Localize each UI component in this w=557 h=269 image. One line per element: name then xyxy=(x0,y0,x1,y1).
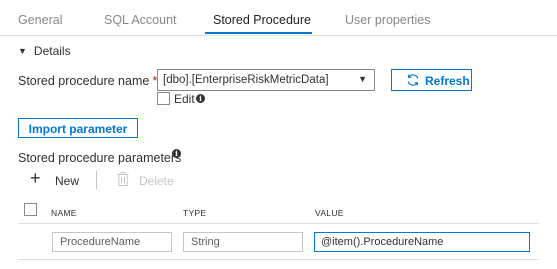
info-icon[interactable]: i xyxy=(196,94,205,103)
edit-label: Edit xyxy=(174,92,195,106)
plus-icon: + xyxy=(30,168,41,188)
tab-stored-procedure[interactable]: Stored Procedure xyxy=(213,13,311,27)
import-parameter-label: Import parameter xyxy=(28,122,128,136)
active-tab-indicator xyxy=(205,32,312,34)
tab-bar: General SQL Account Stored Procedure Use… xyxy=(0,0,557,36)
details-toggle-label: Details xyxy=(33,44,71,58)
parameters-table-header: NAME TYPE VALUE xyxy=(18,198,539,224)
parameter-type-input[interactable]: String xyxy=(183,232,303,252)
trash-icon xyxy=(117,172,129,186)
refresh-button[interactable]: Refresh xyxy=(391,69,472,91)
import-parameter-button[interactable]: Import parameter xyxy=(18,118,138,138)
parameter-type-value: String xyxy=(191,236,220,248)
parameter-value-text: @item().ProcedureName xyxy=(321,236,444,248)
refresh-icon xyxy=(407,74,419,86)
select-all-checkbox[interactable] xyxy=(24,203,37,216)
refresh-label: Refresh xyxy=(425,74,470,88)
toolbar-divider xyxy=(96,171,97,189)
tab-user-properties[interactable]: User properties xyxy=(345,13,430,27)
parameter-name-input[interactable]: ProcedureName xyxy=(52,232,172,252)
delete-label: Delete xyxy=(139,174,174,188)
info-icon[interactable]: i xyxy=(172,149,181,158)
tab-sql-account[interactable]: SQL Account xyxy=(104,13,177,27)
stored-procedure-select[interactable]: [dbo].[EnterpriseRiskMetricData] ▼ xyxy=(157,69,375,91)
stored-procedure-name-label: Stored procedure name * xyxy=(18,74,157,88)
parameter-name-value: ProcedureName xyxy=(60,236,141,248)
table-row: ProcedureName String @item().ProcedureNa… xyxy=(18,226,539,260)
new-label: New xyxy=(55,174,80,188)
column-header-name[interactable]: NAME xyxy=(51,208,77,218)
chevron-down-icon: ▼ xyxy=(358,74,367,84)
column-header-value[interactable]: VALUE xyxy=(315,208,344,218)
stored-procedure-parameters-label: Stored procedure parameters xyxy=(18,151,182,165)
column-header-type[interactable]: TYPE xyxy=(183,208,206,218)
details-section-toggle[interactable]: ▼ Details xyxy=(18,44,71,58)
triangle-down-icon: ▼ xyxy=(18,46,27,56)
stored-procedure-select-value: [dbo].[EnterpriseRiskMetricData] xyxy=(163,74,329,86)
tab-general[interactable]: General xyxy=(18,13,62,27)
parameter-value-input[interactable]: @item().ProcedureName xyxy=(314,232,530,252)
stored-procedure-name-text: Stored procedure name xyxy=(18,74,150,88)
edit-checkbox[interactable] xyxy=(157,92,170,105)
